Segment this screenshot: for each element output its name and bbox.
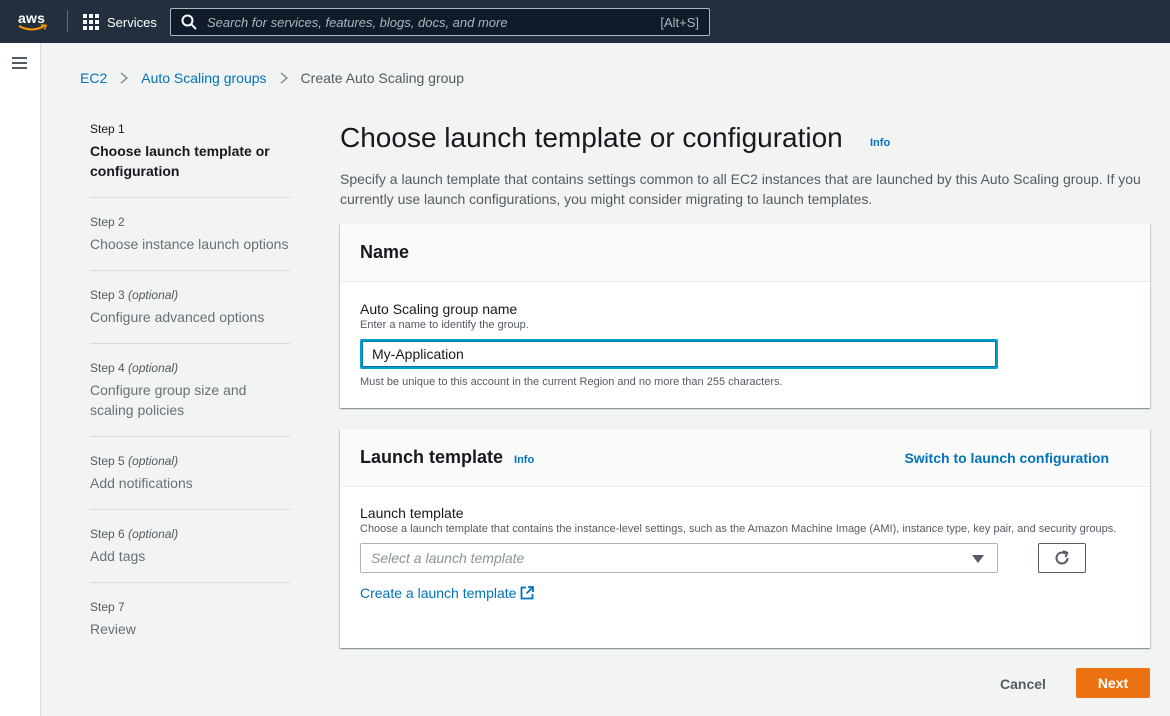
name-panel-body: Auto Scaling group name Enter a name to … xyxy=(340,282,1150,410)
step-number: Step 3 (optional) xyxy=(90,288,179,302)
step-title: Choose instance launch options xyxy=(90,236,289,252)
page-title: Choose launch template or configuration xyxy=(340,122,843,153)
step-title: Review xyxy=(90,621,136,637)
aws-logo[interactable]: aws xyxy=(18,8,52,34)
name-panel-header: Name xyxy=(340,224,1150,282)
wizard-step-6[interactable]: Step 6 (optional) Add tags xyxy=(90,526,290,583)
wizard-step-4[interactable]: Step 4 (optional) Configure group size a… xyxy=(90,360,290,437)
step-number: Step 5 (optional) xyxy=(90,454,179,468)
step-number: Step 6 (optional) xyxy=(90,527,179,541)
step-title: Add tags xyxy=(90,548,146,564)
step-title: Configure advanced options xyxy=(90,309,265,325)
create-launch-template-label: Create a launch template xyxy=(360,585,517,601)
launch-template-select[interactable]: Select a launch template xyxy=(360,543,998,573)
breadcrumb: EC2 Auto Scaling groups Create Auto Scal… xyxy=(80,70,464,86)
breadcrumb-ec2-link[interactable]: EC2 xyxy=(80,70,107,86)
wizard-steps: Step 1 Choose launch template or configu… xyxy=(90,121,290,671)
create-launch-template-row: Create a launch template xyxy=(360,585,1130,603)
launch-template-info-link[interactable]: Info xyxy=(514,454,534,466)
launch-template-label: Launch template xyxy=(360,505,464,521)
cancel-button[interactable]: Cancel xyxy=(988,669,1058,698)
step-number: Step 1 xyxy=(90,122,125,136)
create-launch-template-link[interactable]: Create a launch template xyxy=(360,585,535,601)
asg-name-input[interactable] xyxy=(360,339,998,369)
launch-template-panel-body: Launch template Choose a launch template… xyxy=(340,487,1150,623)
side-navigation-strip xyxy=(0,43,41,716)
services-grid-icon xyxy=(83,14,99,30)
breadcrumb-asg-link[interactable]: Auto Scaling groups xyxy=(141,70,266,86)
name-panel-title: Name xyxy=(360,242,410,262)
step-title: Choose launch template or configuration xyxy=(90,143,270,179)
step-number: Step 7 xyxy=(90,600,125,614)
launch-template-panel: Launch template Info Switch to launch co… xyxy=(340,429,1150,648)
step-number: Step 2 xyxy=(90,215,125,229)
caret-down-icon xyxy=(972,555,984,563)
breadcrumb-current: Create Auto Scaling group xyxy=(300,70,464,86)
refresh-icon xyxy=(1055,550,1069,565)
launch-template-select-row: Select a launch template xyxy=(360,543,1130,573)
switch-to-launch-configuration-link[interactable]: Switch to launch configuration xyxy=(904,450,1109,466)
page-description: Specify a launch template that contains … xyxy=(340,171,1141,207)
wizard-step-2[interactable]: Step 2 Choose instance launch options xyxy=(90,214,290,271)
launch-template-panel-title: Launch template xyxy=(360,447,504,467)
launch-template-panel-header: Launch template Info Switch to launch co… xyxy=(340,429,1150,487)
search-icon xyxy=(181,14,197,30)
aws-smile-icon xyxy=(18,24,48,31)
search-shortcut-hint: [Alt+S] xyxy=(660,15,699,30)
chevron-right-icon xyxy=(280,72,288,84)
external-link-icon xyxy=(521,586,535,600)
step-title: Configure group size and scaling policie… xyxy=(90,382,247,418)
services-menu-button[interactable]: Services xyxy=(83,11,157,33)
step-number: Step 4 (optional) xyxy=(90,361,179,375)
launch-template-description: Choose a launch template that contains t… xyxy=(360,523,1117,535)
top-navigation-bar: aws Services [Alt+S] xyxy=(0,0,1170,43)
asg-name-description: Enter a name to identify the group. xyxy=(360,319,529,331)
global-search-box[interactable]: [Alt+S] xyxy=(170,8,710,36)
asg-name-label: Auto Scaling group name xyxy=(360,301,518,317)
name-panel: Name Auto Scaling group name Enter a nam… xyxy=(340,224,1150,408)
next-button[interactable]: Next xyxy=(1076,668,1150,698)
services-label: Services xyxy=(107,14,157,30)
topbar-divider xyxy=(67,10,68,32)
launch-template-select-placeholder: Select a launch template xyxy=(371,550,525,566)
wizard-step-3[interactable]: Step 3 (optional) Configure advanced opt… xyxy=(90,287,290,344)
global-search-input[interactable] xyxy=(207,14,647,30)
asg-name-constraint: Must be unique to this account in the cu… xyxy=(360,376,783,388)
menu-icon[interactable] xyxy=(12,57,27,69)
page-info-link[interactable]: Info xyxy=(870,137,890,149)
wizard-step-1[interactable]: Step 1 Choose launch template or configu… xyxy=(90,121,290,198)
chevron-right-icon xyxy=(120,72,129,84)
wizard-step-7[interactable]: Step 7 Review xyxy=(90,599,290,655)
step-title: Add notifications xyxy=(90,475,193,491)
refresh-button[interactable] xyxy=(1038,543,1086,573)
wizard-step-5[interactable]: Step 5 (optional) Add notifications xyxy=(90,453,290,510)
